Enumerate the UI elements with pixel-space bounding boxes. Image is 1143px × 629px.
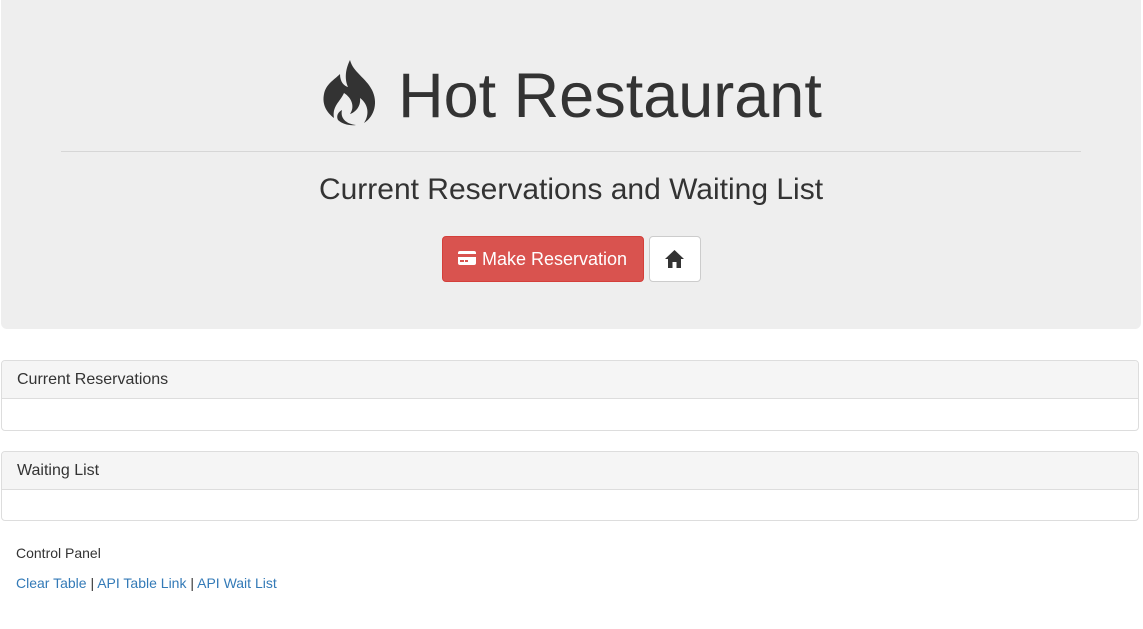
divider	[61, 151, 1081, 152]
page-title-row: Hot Restaurant	[1, 56, 1141, 136]
jumbotron: Hot Restaurant Current Reservations and …	[1, 0, 1141, 329]
page-title: Hot Restaurant	[398, 61, 822, 131]
home-icon	[665, 250, 684, 268]
clear-table-link[interactable]: Clear Table	[16, 575, 87, 591]
control-panel-label: Control Panel	[16, 545, 101, 561]
make-reservation-label: Make Reservation	[481, 248, 628, 269]
make-reservation-button[interactable]: Make Reservation	[441, 236, 644, 282]
link-separator: |	[190, 575, 194, 591]
control-panel-links: Clear Table | API Table Link | API Wait …	[16, 575, 277, 591]
waiting-list-body	[2, 490, 1138, 520]
current-reservations-heading: Current Reservations	[2, 361, 1138, 399]
current-reservations-panel: Current Reservations	[1, 360, 1139, 431]
waiting-list-heading: Waiting List	[2, 452, 1138, 490]
action-buttons: Make Reservation	[1, 236, 1141, 282]
link-separator: |	[90, 575, 95, 591]
waiting-list-panel: Waiting List	[1, 451, 1139, 521]
page-subtitle: Current Reservations and Waiting List	[318, 173, 824, 206]
api-table-link[interactable]: API Table Link	[97, 575, 186, 591]
current-reservations-body	[2, 399, 1138, 429]
credit-card-icon	[457, 250, 476, 265]
fire-icon	[323, 60, 376, 126]
home-button[interactable]	[648, 236, 701, 282]
api-wait-list-link[interactable]: API Wait List	[197, 575, 277, 591]
